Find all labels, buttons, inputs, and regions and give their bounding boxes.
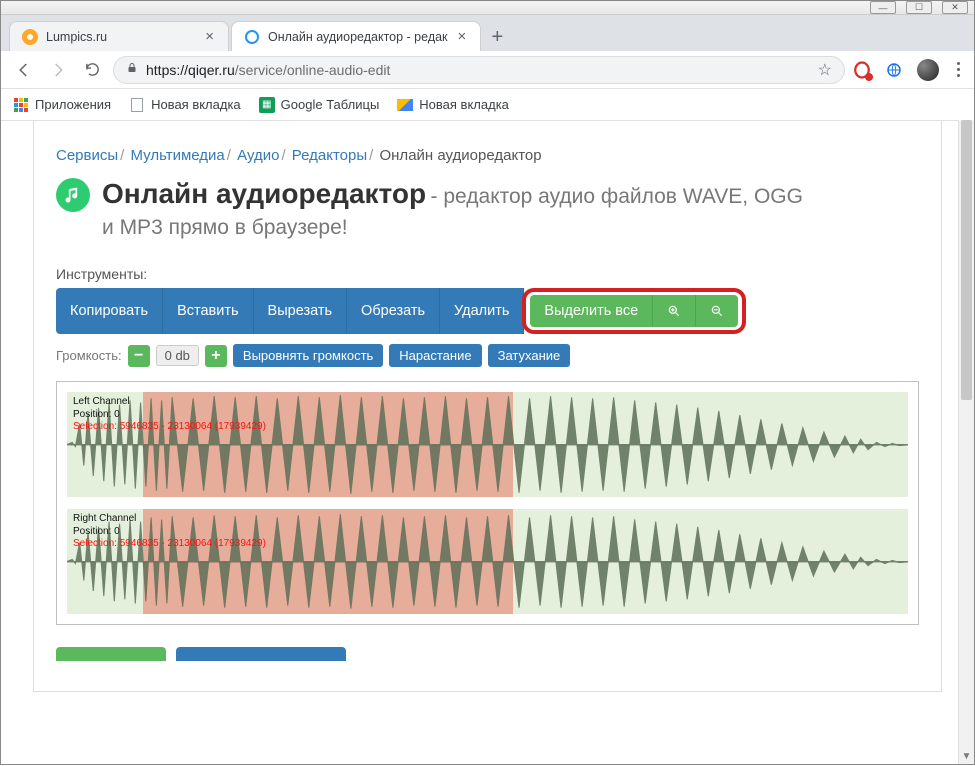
browser-tabstrip: Lumpics.ru × Онлайн аудиоредактор - реда…	[1, 15, 974, 51]
lock-icon	[126, 62, 138, 77]
channel-position: Position: 0	[73, 409, 266, 422]
volume-value: 0 db	[156, 345, 199, 366]
fade-out-button[interactable]: Затухание	[488, 344, 571, 367]
browser-menu-button[interactable]	[953, 58, 964, 81]
extension-opera-icon[interactable]	[853, 61, 871, 79]
normalize-button[interactable]: Выровнять громкость	[233, 344, 383, 367]
bookmark-item[interactable]: ▦ Google Таблицы	[259, 97, 380, 113]
favicon-icon	[22, 29, 38, 45]
channel-name: Right Channel	[73, 513, 266, 526]
picture-icon	[397, 97, 413, 113]
breadcrumb: Сервисы/ Мультимедиа/ Аудио/ Редакторы/ …	[56, 139, 919, 178]
window-minimize-button[interactable]: —	[870, 1, 896, 14]
extension-globe-icon[interactable]	[885, 61, 903, 79]
breadcrumb-current: Онлайн аудиоредактор	[379, 147, 541, 164]
favicon-icon	[244, 29, 260, 45]
tools-toolbar: Копировать Вставить Вырезать Обрезать Уд…	[56, 288, 919, 334]
fade-in-button[interactable]: Нарастание	[389, 344, 481, 367]
breadcrumb-link[interactable]: Редакторы	[292, 147, 367, 164]
bookmark-item[interactable]: Новая вкладка	[129, 97, 241, 113]
cut-button[interactable]: Вырезать	[254, 288, 348, 334]
delete-button[interactable]: Удалить	[440, 288, 524, 334]
window-maximize-button[interactable]: ☐	[906, 1, 932, 14]
copy-button[interactable]: Копировать	[56, 288, 163, 334]
zoom-out-button[interactable]	[696, 295, 738, 327]
breadcrumb-link[interactable]: Аудио	[237, 147, 279, 164]
vertical-scrollbar[interactable]: ▲ ▼	[958, 120, 974, 764]
tab-title: Онлайн аудиоредактор - редак	[268, 30, 448, 44]
url-text: https://qiqer.ru/service/online-audio-ed…	[146, 62, 810, 78]
page-subtitle: - редактор аудио файлов WAVE, OGG	[431, 185, 803, 208]
document-icon	[129, 97, 145, 113]
channel-name: Left Channel	[73, 396, 266, 409]
profile-avatar[interactable]	[917, 59, 939, 81]
tools-label: Инструменты:	[56, 266, 919, 288]
paste-button[interactable]: Вставить	[163, 288, 253, 334]
channel-selection: Selection: 5946835 - 23130064 (17939429)	[73, 538, 266, 551]
bookmark-label: Новая вкладка	[151, 97, 241, 112]
trim-button[interactable]: Обрезать	[347, 288, 440, 334]
channel-selection: Selection: 5946835 - 23130064 (17939429)	[73, 421, 266, 434]
apps-grid-icon	[13, 97, 29, 113]
channel-position: Position: 0	[73, 526, 266, 539]
zoom-in-button[interactable]	[653, 295, 696, 327]
volume-label: Громкость:	[56, 348, 122, 363]
waveform-panel[interactable]: Left Channel Position: 0 Selection: 5946…	[56, 381, 919, 625]
reload-button[interactable]	[79, 57, 105, 83]
new-tab-button[interactable]: +	[483, 23, 511, 51]
partial-bottom-controls	[56, 647, 919, 661]
bookmark-item[interactable]: Новая вкладка	[397, 97, 509, 113]
annotation-highlight: Выделить все	[522, 288, 746, 334]
bookmark-apps[interactable]: Приложения	[13, 97, 111, 113]
browser-tab-qiqer[interactable]: Онлайн аудиоредактор - редак ×	[231, 21, 481, 51]
sheets-icon: ▦	[259, 97, 275, 113]
partial-button[interactable]	[176, 647, 346, 661]
page-title: Онлайн аудиоредактор	[102, 178, 426, 209]
tab-title: Lumpics.ru	[46, 30, 107, 44]
bookmark-label: Приложения	[35, 97, 111, 112]
partial-button[interactable]	[56, 647, 166, 661]
bookmarks-bar: Приложения Новая вкладка ▦ Google Таблиц…	[1, 89, 974, 121]
bookmark-label: Google Таблицы	[281, 97, 380, 112]
breadcrumb-link[interactable]: Мультимедиа	[131, 147, 225, 164]
tab-close-button[interactable]: ×	[456, 29, 469, 44]
back-button[interactable]	[11, 57, 37, 83]
forward-button[interactable]	[45, 57, 71, 83]
volume-toolbar: Громкость: − 0 db + Выровнять громкость …	[56, 334, 919, 367]
bookmark-label: Новая вкладка	[419, 97, 509, 112]
bookmark-star-icon[interactable]: ☆	[818, 60, 832, 80]
select-all-button[interactable]: Выделить все	[530, 295, 653, 327]
volume-up-button[interactable]: +	[205, 345, 227, 367]
waveform-channel-right[interactable]: Right Channel Position: 0 Selection: 594…	[67, 509, 908, 614]
address-bar: https://qiqer.ru/service/online-audio-ed…	[1, 51, 974, 89]
scroll-down-icon[interactable]: ▼	[959, 748, 974, 764]
window-close-button[interactable]: ✕	[942, 1, 968, 14]
scroll-thumb[interactable]	[961, 120, 972, 400]
browser-tab-lumpics[interactable]: Lumpics.ru ×	[9, 21, 229, 51]
waveform-channel-left[interactable]: Left Channel Position: 0 Selection: 5946…	[67, 392, 908, 497]
breadcrumb-link[interactable]: Сервисы	[56, 147, 118, 164]
window-titlebar: — ☐ ✕	[1, 1, 974, 15]
music-note-icon	[56, 178, 90, 212]
page-viewport: Сервисы/ Мультимедиа/ Аудио/ Редакторы/ …	[1, 121, 974, 766]
tab-close-button[interactable]: ×	[203, 29, 216, 44]
omnibox[interactable]: https://qiqer.ru/service/online-audio-ed…	[113, 56, 845, 84]
page-subtitle-line2: и MP3 прямо в браузере!	[102, 210, 919, 258]
volume-down-button[interactable]: −	[128, 345, 150, 367]
